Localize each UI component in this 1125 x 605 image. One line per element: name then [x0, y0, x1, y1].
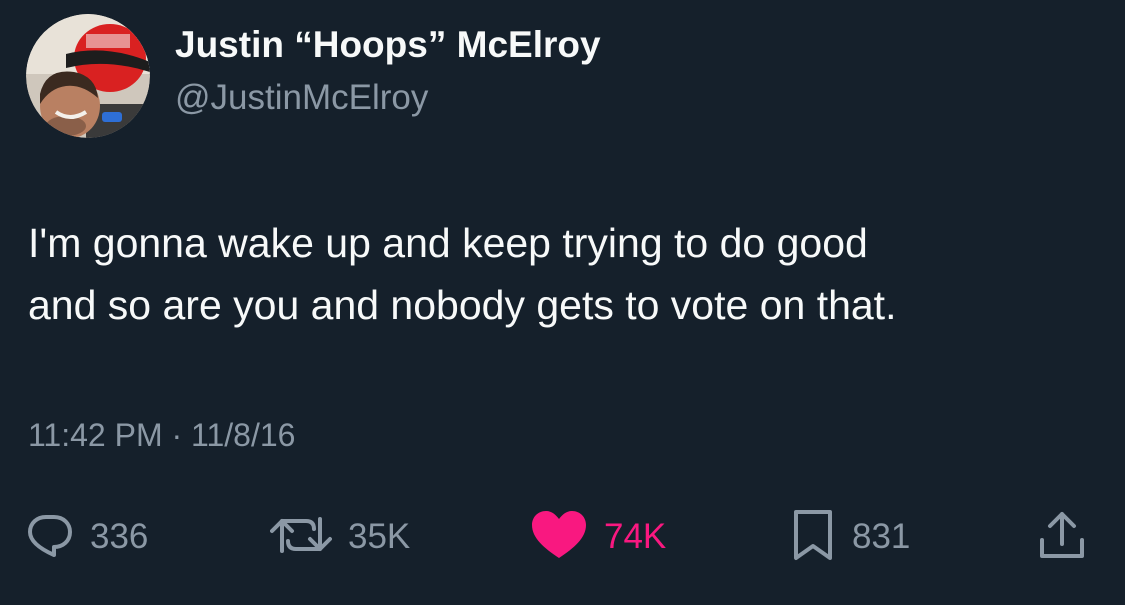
tweet-time[interactable]: 11:42 PM [28, 417, 163, 453]
heart-icon [530, 510, 588, 565]
bookmark-button[interactable]: 831 [790, 505, 910, 569]
tweet: Justin “Hoops” McElroy @JustinMcElroy I'… [0, 0, 1125, 605]
reply-button[interactable]: 336 [26, 505, 148, 569]
reply-count: 336 [90, 517, 149, 556]
retweet-icon [270, 511, 332, 564]
retweet-button[interactable]: 35K [270, 505, 410, 569]
tweet-metadata: 11:42 PM · 11/8/16 [28, 417, 295, 454]
like-count: 74K [604, 517, 667, 556]
like-button[interactable]: 74K [530, 505, 666, 569]
author-display-name[interactable]: Justin “Hoops” McElroy [175, 24, 601, 66]
tweet-text: I'm gonna wake up and keep trying to do … [28, 212, 1098, 336]
meta-separator: · [171, 417, 183, 453]
retweet-count: 35K [348, 517, 411, 556]
reply-icon [26, 511, 74, 564]
action-bar: 336 35K 74K 831 [0, 505, 1125, 569]
avatar[interactable] [26, 14, 150, 138]
tweet-text-line: and so are you and nobody gets to vote o… [28, 282, 897, 328]
share-icon [1036, 508, 1088, 567]
avatar-photo [26, 14, 150, 138]
tweet-date[interactable]: 11/8/16 [191, 417, 295, 453]
share-button[interactable] [1036, 505, 1088, 569]
author-handle[interactable]: @JustinMcElroy [175, 78, 428, 118]
bookmark-count: 831 [852, 517, 911, 556]
tweet-text-line: I'm gonna wake up and keep trying to do … [28, 220, 868, 266]
bookmark-icon [790, 508, 836, 567]
